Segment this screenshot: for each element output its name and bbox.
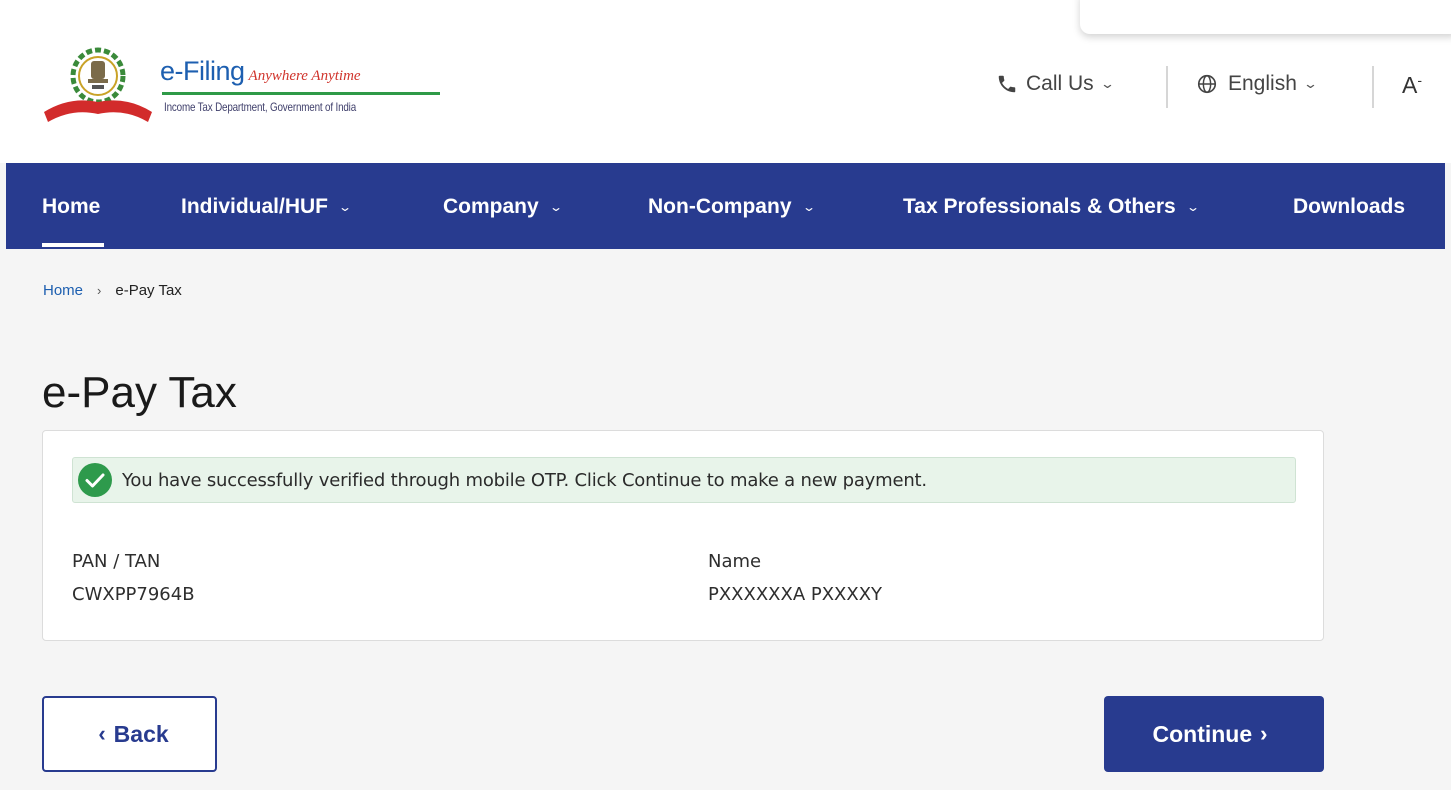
chevron-right-icon: › [97,283,102,298]
breadcrumb: Home › e-Pay Tax [43,282,182,299]
nav-item-downloads[interactable]: Downloads [1293,195,1405,219]
check-circle-icon [77,462,113,498]
brand-divider [162,92,440,95]
call-us-menu[interactable]: Call Us ⌄ [996,72,1115,96]
name-value: PXXXXXXA PXXXXY [708,584,883,605]
brand-tagline: Anywhere Anytime [248,68,361,84]
name-label: Name [708,551,762,572]
breadcrumb-current: e-Pay Tax [115,282,182,299]
brand-subtitle: Income Tax Department, Government of Ind… [164,100,357,114]
site-header: e-Filing Anywhere Anytime Income Tax Depa… [0,0,1451,163]
pan-value: CWXPP7964B [72,584,195,605]
back-button-label: Back [113,720,169,747]
nav-item-non-company[interactable]: Non-Company ⌄ [648,195,816,219]
back-button[interactable]: ‹ Back [42,696,217,772]
continue-button[interactable]: Continue › [1104,696,1324,772]
nav-item-home[interactable]: Home [42,195,100,219]
nav-active-indicator [42,243,104,247]
chevron-down-icon: ⌄ [1185,200,1200,214]
brand-name: e-Filing [160,56,245,86]
chevron-down-icon: ⌄ [1302,76,1318,91]
brand-title[interactable]: e-Filing Anywhere Anytime [160,56,361,87]
verification-card: You have successfully verified through m… [42,430,1324,641]
breadcrumb-home-link[interactable]: Home [43,282,83,299]
nav-item-tax-professionals[interactable]: Tax Professionals & Others ⌄ [903,195,1200,219]
globe-icon [1196,73,1218,95]
emblem-icon[interactable] [40,46,156,126]
phone-icon [996,73,1018,95]
success-alert: You have successfully verified through m… [72,457,1296,503]
chevron-down-icon: ⌄ [1099,76,1115,91]
divider [1372,66,1374,108]
call-us-label: Call Us [1026,72,1094,95]
nav-item-individual-huf[interactable]: Individual/HUF ⌄ [181,195,353,219]
alert-message: You have successfully verified through m… [122,469,927,491]
chevron-right-icon: › [1260,721,1268,746]
top-dropdown-card [1080,0,1451,34]
continue-button-label: Continue [1152,720,1253,747]
font-size-icon[interactable]: A- [1402,72,1422,99]
main-nav: Home Individual/HUF ⌄ Company ⌄ Non-Compan… [6,163,1445,249]
chevron-left-icon: ‹ [98,721,106,746]
chevron-down-icon: ⌄ [548,200,563,214]
pan-label: PAN / TAN [72,551,161,572]
divider [1166,66,1168,108]
nav-item-company[interactable]: Company ⌄ [443,195,563,219]
language-selector[interactable]: English ⌄ [1196,72,1318,96]
language-label: English [1228,72,1297,95]
chevron-down-icon: ⌄ [801,200,816,214]
chevron-down-icon: ⌄ [337,200,353,214]
page-title: e-Pay Tax [42,368,237,417]
